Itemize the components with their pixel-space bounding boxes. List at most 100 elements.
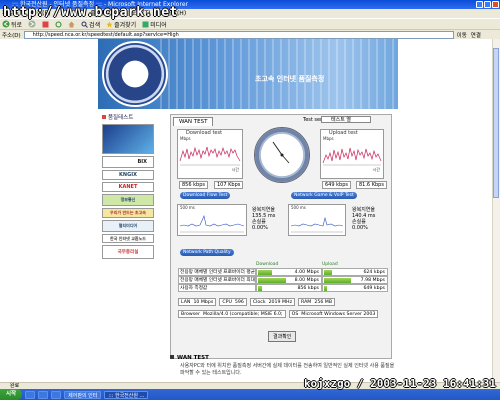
stop-icon <box>42 21 49 27</box>
cpu-label: CPU <box>222 300 232 305</box>
lan-label: LAN <box>181 300 191 305</box>
delay-loss-value-right: 0.00% <box>352 225 368 231</box>
os-info: OS Microsoft Windows Server 2003 <box>288 310 379 318</box>
row-upload-cell: 7.98 Mbps <box>322 276 388 284</box>
results-header-download: Download <box>256 261 279 267</box>
back-button[interactable]: 뒤로 <box>2 20 22 29</box>
refresh-button[interactable] <box>55 21 62 28</box>
delay-chart-left <box>179 215 245 233</box>
home-button[interactable] <box>68 21 75 28</box>
download-bar <box>258 285 262 291</box>
upload-right-value: 81.6 Kbps <box>355 181 387 189</box>
close-button[interactable] <box>492 1 499 8</box>
ram-info: RAM 256 MB <box>298 298 336 306</box>
delay-stats-left: 왕복지연율 135.5 ms 손실률 0.00% <box>252 207 275 231</box>
stop-button[interactable] <box>42 21 49 28</box>
download-values: 856 kbps 107 Kbps <box>179 181 244 189</box>
upload-values: 649 kbps 81.6 Kbps <box>322 181 387 189</box>
test-server-select[interactable]: 테스트 열 <box>321 116 371 123</box>
lan-value: 10 Mbps <box>193 300 214 305</box>
forward-button[interactable] <box>28 20 36 28</box>
banner-earth[interactable] <box>102 124 154 154</box>
address-input[interactable]: http://speed.nca.or.kr/speedtest/default… <box>23 30 454 39</box>
left-panel-title-text: 품질테스트 <box>108 115 134 121</box>
delay-loss-value-left: 0.00% <box>252 225 268 231</box>
ram-value: 256 MB <box>314 300 333 305</box>
os-label: OS <box>291 312 299 317</box>
delay-chart-right <box>290 216 344 233</box>
banner-info[interactable]: 정보통신 <box>102 194 154 206</box>
row-download-value: 856 kbps <box>297 285 319 291</box>
scrollbar-thumb[interactable] <box>493 48 499 198</box>
nca-logo <box>102 41 168 107</box>
lan-info: LAN 10 Mbps <box>178 298 217 306</box>
results-header-row: Download Upload <box>178 260 388 268</box>
quicklaunch-ie[interactable] <box>25 390 36 399</box>
clock-value: 2019 MHz <box>268 300 293 305</box>
description-title-text: WAN TEST <box>177 355 209 361</box>
quicklaunch-desktop[interactable] <box>38 390 49 399</box>
row-download-cell: 4.00 Mbps <box>256 268 322 276</box>
description-title: WAN TEST <box>170 355 209 361</box>
upload-graph: Upload test Mbps 시간 <box>320 129 384 179</box>
banner-kanet[interactable]: KANET <box>102 182 154 192</box>
network-path-quality-button[interactable]: Network Path Quality <box>180 249 234 256</box>
banner-pm-office[interactable]: 국무총리실 <box>102 245 154 259</box>
search-button[interactable]: 검색 <box>81 20 100 29</box>
refresh-icon <box>55 21 62 27</box>
os-value: Microsoft Windows Server 2003 <box>301 312 376 317</box>
download-flow-test-button[interactable]: Download Flow Test <box>180 192 231 199</box>
back-label: 뒤로 <box>11 21 23 29</box>
media-button[interactable]: 미디어 <box>142 20 167 29</box>
delay-graph-left: 500 ms <box>177 204 247 236</box>
row-upload-value: 624 kbps <box>363 269 385 275</box>
network-game-voip-button[interactable]: Network Game & VoIP Test <box>291 192 357 199</box>
download-axis: 시간 <box>231 167 239 172</box>
download-right-value: 107 Kbps <box>213 181 244 189</box>
home-icon <box>68 21 75 27</box>
row-download-value: 4.00 Mbps <box>294 269 319 275</box>
row-download-value: 8.00 Mbps <box>294 277 319 283</box>
banner-kngix[interactable]: KNGIX <box>102 170 154 180</box>
favorites-label: 즐겨찾기 <box>114 21 137 29</box>
bullet-icon <box>170 355 174 359</box>
row-upload-value: 7.98 Mbps <box>360 277 385 283</box>
banner-multimedia[interactable]: 멀티미디어 <box>102 220 154 232</box>
forward-arrow-icon <box>28 20 36 28</box>
row-download-cell: 8.00 Mbps <box>256 276 322 284</box>
banner-exchange[interactable]: 한국 인터넷 교환노드 <box>102 234 154 243</box>
start-button[interactable]: 시작 <box>0 389 23 400</box>
links-button[interactable]: 연결 <box>471 31 481 39</box>
table-row: 전용망 매체별 인터넷 프로바이더 최대값 8.00 Mbps 7.98 Mbp… <box>178 276 388 290</box>
download-bar <box>258 277 286 283</box>
go-button[interactable]: 이동 <box>457 31 467 39</box>
left-panel-title: 품질테스트 <box>102 113 158 121</box>
result-confirm-button[interactable]: 결과확인 <box>268 331 297 342</box>
maximize-button[interactable] <box>484 1 491 8</box>
back-arrow-icon <box>2 20 10 28</box>
results-table: Download Upload 전용망 매체별 인터넷 프로바이더 평균 4.0… <box>178 260 388 292</box>
upload-left-value: 649 kbps <box>322 181 351 189</box>
taskbar-item-control-panel[interactable]: 제어판의 인터 <box>64 390 102 399</box>
address-label: 주소(D) <box>2 32 21 39</box>
gauge-needle-icon <box>272 141 290 164</box>
row-label: 전용망 매체별 인터넷 프로바이더 평균 <box>178 268 256 276</box>
taskbar: 시작 제어판의 인터 ::: 한국전산원 ... <box>0 389 500 400</box>
search-icon <box>81 21 88 28</box>
tab-wan-test[interactable]: WAN TEST <box>173 117 214 126</box>
minimize-button[interactable] <box>476 1 483 8</box>
row-upload-cell: 624 kbps <box>322 268 388 276</box>
quicklaunch-media[interactable] <box>51 390 62 399</box>
banner-bix[interactable]: BIX <box>102 156 154 168</box>
upload-bar <box>324 277 351 283</box>
results-header-upload: Upload <box>322 261 338 267</box>
favorites-button[interactable]: 즐겨찾기 <box>106 20 136 29</box>
cpu-info: CPU 596 <box>219 298 247 306</box>
taskbar-item-ie[interactable]: ::: 한국전산원 ... <box>104 390 149 399</box>
row-label: 사용자 측정값 <box>178 284 256 292</box>
banner-highspeed[interactable]: 우리가 만드는 초고속 <box>102 208 154 218</box>
bullet-icon <box>102 115 106 119</box>
banner-title: 초고속 인터넷 품질측정 <box>255 75 325 83</box>
address-bar: 주소(D) http://speed.nca.or.kr/speedtest/d… <box>0 29 500 39</box>
window-controls <box>476 1 499 8</box>
